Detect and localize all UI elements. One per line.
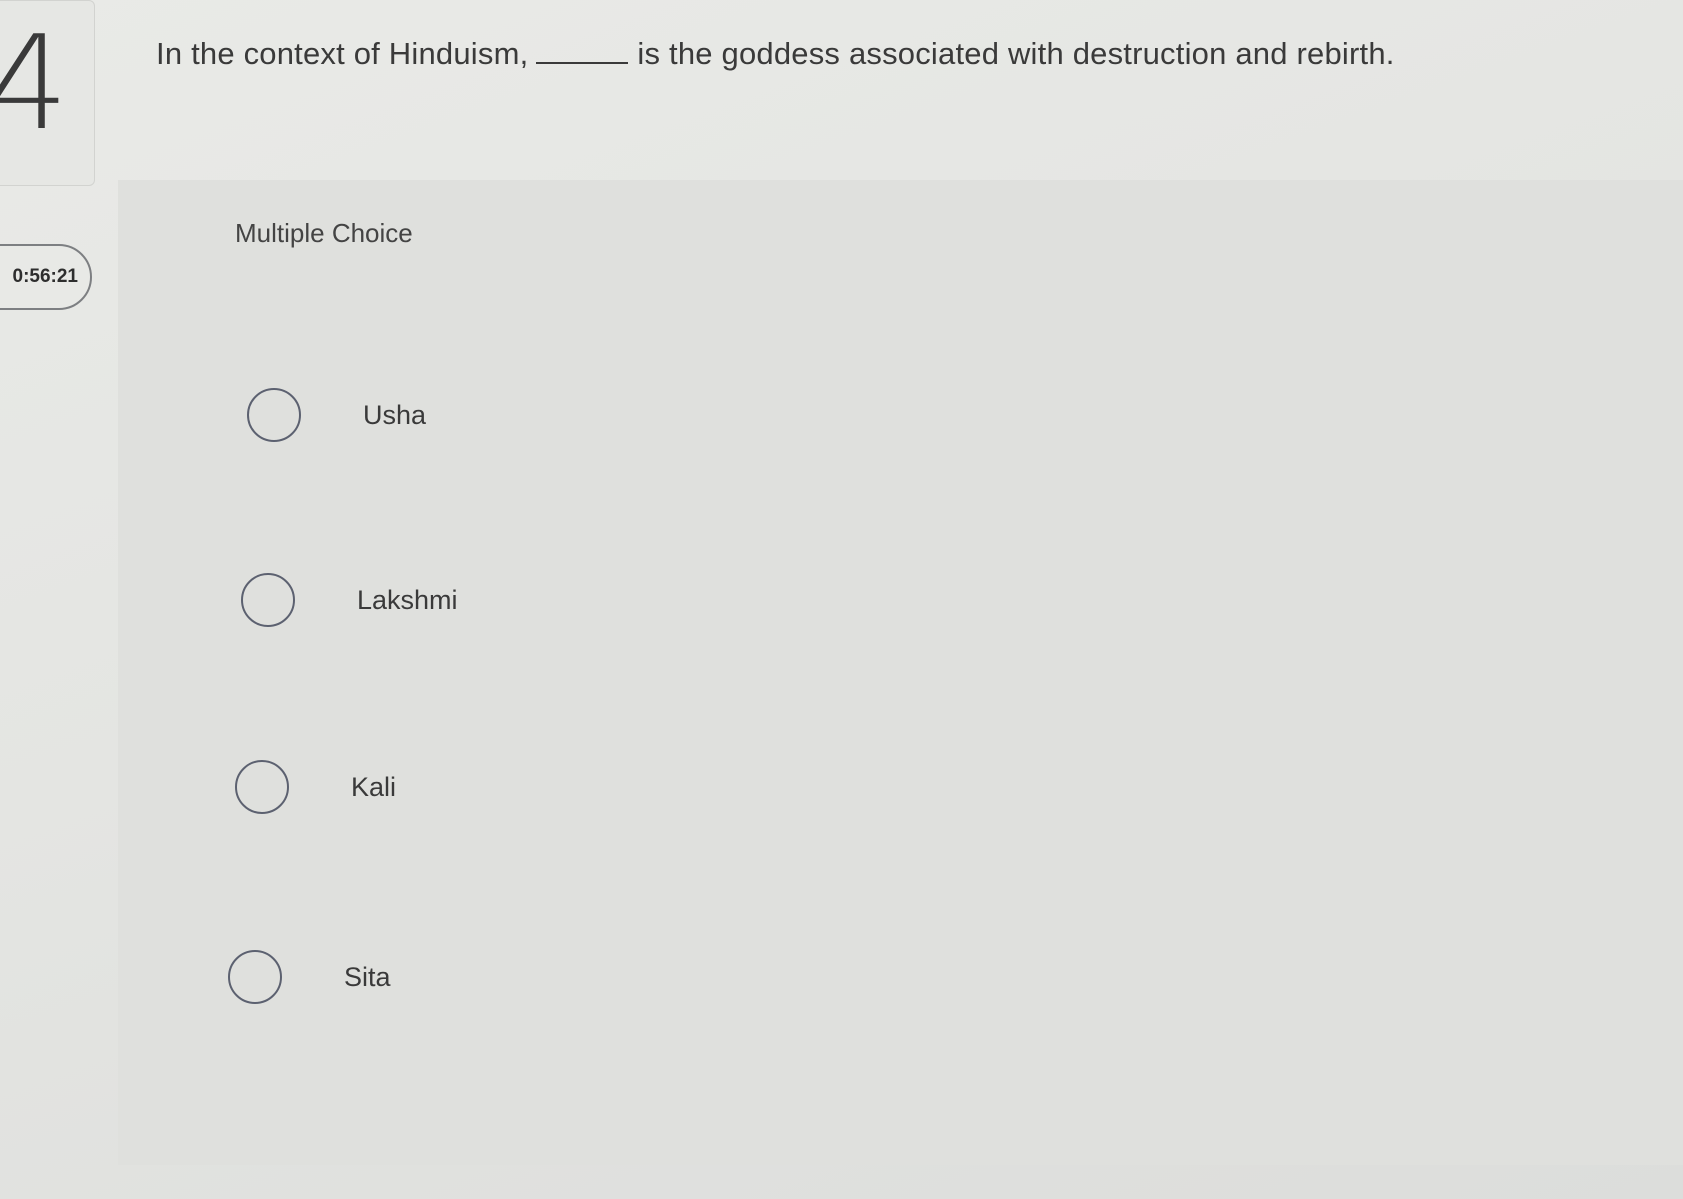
- question-text-before: In the context of Hinduism,: [156, 36, 529, 71]
- question-number: 4: [0, 7, 69, 159]
- option-sita[interactable]: Sita: [228, 927, 391, 1027]
- option-lakshmi[interactable]: Lakshmi: [241, 550, 458, 650]
- radio-button[interactable]: [247, 388, 301, 442]
- option-kali[interactable]: Kali: [235, 737, 396, 837]
- radio-button[interactable]: [235, 760, 289, 814]
- radio-button[interactable]: [241, 573, 295, 627]
- question-type-label: Multiple Choice: [235, 218, 413, 248]
- option-label[interactable]: Kali: [351, 772, 396, 803]
- timer-value: 0:56:21: [12, 266, 79, 287]
- timer-badge: 0:56:21: [0, 244, 92, 310]
- option-label[interactable]: Lakshmi: [357, 585, 458, 616]
- option-label[interactable]: Sita: [344, 962, 391, 993]
- radio-button[interactable]: [228, 950, 282, 1004]
- option-label[interactable]: Usha: [363, 400, 426, 431]
- option-usha[interactable]: Usha: [247, 365, 426, 465]
- question-text-after: is the goddess associated with destructi…: [637, 36, 1395, 71]
- answer-blank: [536, 61, 629, 64]
- question-prompt: In the context of Hinduism, is the goddes…: [156, 36, 1395, 72]
